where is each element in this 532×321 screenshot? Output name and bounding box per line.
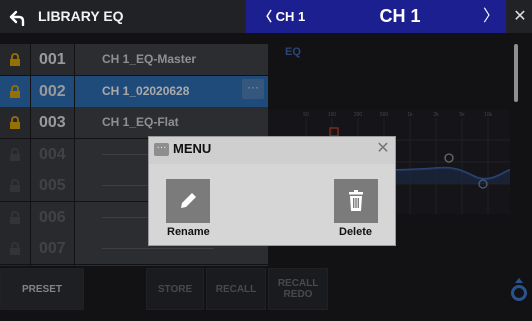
- back-arrow-icon: [9, 10, 25, 26]
- page-title: LIBRARY EQ: [38, 8, 124, 24]
- trash-icon: [349, 190, 363, 211]
- pencil-icon: [181, 193, 196, 208]
- delete-button[interactable]: [334, 179, 378, 223]
- dialog-close-button[interactable]: ✕: [373, 139, 393, 159]
- menu-dialog: ··· MENU ✕ Rename Delete: [148, 136, 396, 246]
- channel-title: CH 1: [379, 6, 421, 26]
- channel-next-button[interactable]: 〉: [481, 0, 501, 33]
- dialog-title: MENU: [173, 141, 212, 156]
- menu-dots-icon: ···: [154, 143, 169, 156]
- rename-button[interactable]: [166, 179, 210, 223]
- back-button[interactable]: [0, 0, 34, 33]
- close-button[interactable]: ✕: [508, 0, 532, 33]
- channel-prev-label: 〈 CH 1: [259, 9, 306, 24]
- rename-label: Rename: [167, 226, 210, 238]
- delete-label: Delete: [339, 226, 373, 238]
